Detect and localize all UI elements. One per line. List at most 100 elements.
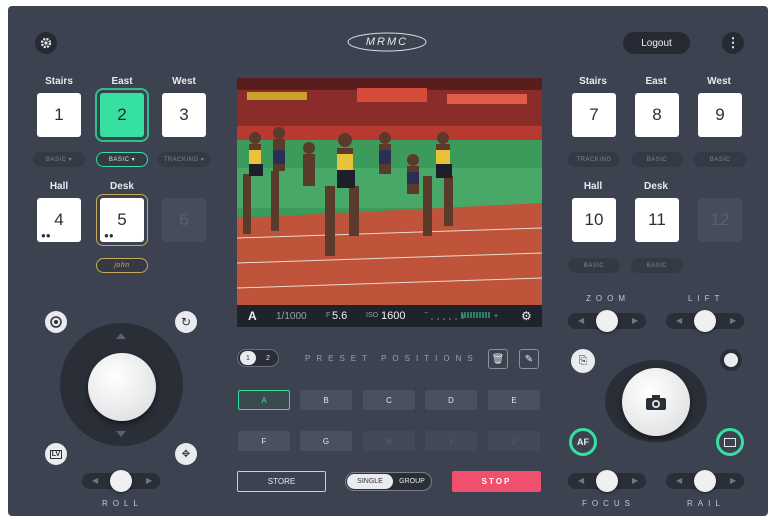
camera-settings-gear-icon[interactable]: ⚙: [521, 309, 532, 323]
cam-1-label: Stairs: [45, 76, 73, 87]
camera-button-7[interactable]: 7: [572, 93, 616, 137]
rotate-icon[interactable]: ↻: [175, 311, 197, 333]
lift-left-arrow[interactable]: ◀: [676, 316, 682, 325]
person-icon: ●●: [41, 231, 51, 240]
camera-button-9[interactable]: 9: [698, 93, 742, 137]
preset-button-b[interactable]: B: [300, 390, 352, 410]
lv-label: LV: [49, 449, 63, 459]
camera-number: 10: [584, 210, 604, 229]
lift-right-arrow[interactable]: ▶: [730, 316, 736, 325]
store-button[interactable]: STORE: [237, 471, 326, 492]
preset-page-toggle[interactable]: 1 2: [237, 349, 279, 367]
cam-3-label: West: [172, 76, 196, 87]
cam-8-label: East: [645, 76, 667, 87]
camera-button-8[interactable]: 8: [635, 93, 679, 137]
channel-label: A: [248, 309, 257, 323]
rail-slider[interactable]: ◀ ▶: [666, 470, 744, 492]
person-icon: ●●: [104, 231, 114, 240]
camera-number: 12: [710, 210, 730, 229]
cam-7-label: Stairs: [579, 76, 607, 87]
image-mode-button[interactable]: [716, 428, 744, 456]
cam-8-mode-dropdown[interactable]: BASIC: [631, 152, 683, 167]
shutter-value[interactable]: 1/1000: [276, 311, 307, 322]
zoom-left-arrow[interactable]: ◀: [578, 316, 584, 325]
roll-slider-knob[interactable]: [110, 470, 132, 492]
export-icon[interactable]: ⎘: [571, 349, 595, 373]
preset-page-1[interactable]: 1: [240, 351, 256, 365]
pan-tilt-icon[interactable]: ✥: [175, 443, 197, 465]
preset-label: B: [323, 395, 329, 405]
rail-slider-knob[interactable]: [694, 470, 716, 492]
camera-button-10[interactable]: 10: [572, 198, 616, 242]
camera-button-3[interactable]: 3: [162, 93, 206, 137]
preset-button-f[interactable]: F: [238, 431, 290, 451]
preset-label: I: [449, 436, 453, 446]
focus-slider[interactable]: ◀ ▶: [568, 470, 646, 492]
lift-label: LIFT: [688, 294, 725, 303]
roll-label: ROLL: [102, 499, 143, 508]
focus-left-arrow[interactable]: ◀: [578, 476, 584, 485]
mode-label: BASIC ▾: [45, 157, 73, 163]
zoom-slider-knob[interactable]: [596, 310, 618, 332]
focus-slider-knob[interactable]: [596, 470, 618, 492]
cam-3-mode-dropdown[interactable]: TRACKING ▾: [158, 152, 210, 167]
camera-preview: [237, 78, 542, 305]
rail-label: RAIL: [687, 499, 725, 508]
zoom-label: ZOOM: [586, 294, 630, 303]
camera-button-4[interactable]: 4 ●●: [37, 198, 81, 242]
camera-number: 7: [589, 105, 599, 124]
record-toggle[interactable]: [720, 349, 742, 371]
cam-2-mode-dropdown[interactable]: BASIC ▾: [96, 152, 148, 167]
preset-button-d[interactable]: D: [425, 390, 477, 410]
capture-button[interactable]: [622, 368, 690, 436]
zoom-slider[interactable]: ◀ ▶: [568, 310, 646, 332]
camera-button-11[interactable]: 11: [635, 198, 679, 242]
cam-1-mode-dropdown[interactable]: BASIC ▾: [33, 152, 85, 167]
autofocus-button[interactable]: AF: [569, 428, 597, 456]
delete-preset-trash-icon[interactable]: 🗑: [488, 349, 508, 369]
roll-right-arrow[interactable]: ▶: [146, 476, 152, 485]
preset-button-a[interactable]: A: [238, 390, 290, 410]
exposure-meter: − 0 +: [424, 310, 506, 322]
preset-button-e[interactable]: E: [488, 390, 540, 410]
camera-button-5[interactable]: 5 ●●: [96, 194, 148, 246]
cam-11-mode-dropdown[interactable]: BASIC: [631, 258, 683, 273]
cam-5-user-badge[interactable]: john: [96, 258, 148, 273]
single-option[interactable]: SINGLE: [347, 474, 393, 489]
joystick-knob[interactable]: [88, 353, 156, 421]
logout-button[interactable]: Logout: [623, 32, 690, 54]
stop-button[interactable]: STOP: [452, 471, 541, 492]
group-option[interactable]: GROUP: [393, 474, 431, 489]
rail-left-arrow[interactable]: ◀: [676, 476, 682, 485]
mode-label: BASIC ▾: [108, 157, 136, 163]
kebab-menu-icon[interactable]: ⋮: [722, 32, 744, 54]
liveview-button[interactable]: LV: [45, 443, 67, 465]
group-label: GROUP: [399, 478, 425, 485]
cam-7-mode-dropdown[interactable]: TRACKING: [568, 152, 620, 167]
preset-label: J: [512, 436, 516, 446]
cam-9-mode-dropdown[interactable]: BASIC: [694, 152, 746, 167]
preset-button-g[interactable]: G: [300, 431, 352, 451]
single-group-toggle[interactable]: SINGLE GROUP: [345, 472, 432, 491]
camera-number: 6: [179, 210, 189, 229]
iso-value[interactable]: 1600: [381, 310, 405, 322]
rail-right-arrow[interactable]: ▶: [730, 476, 736, 485]
cam-5-label: Desk: [110, 181, 134, 192]
edit-preset-pencil-icon[interactable]: ✎: [519, 349, 539, 369]
camera-button-1[interactable]: 1: [37, 93, 81, 137]
roll-slider[interactable]: ◀ ▶: [82, 470, 160, 492]
preset-page-2[interactable]: 2: [260, 351, 276, 365]
zoom-right-arrow[interactable]: ▶: [632, 316, 638, 325]
aperture-icon[interactable]: [45, 311, 67, 333]
settings-gear-icon[interactable]: [35, 32, 57, 54]
lift-slider-knob[interactable]: [694, 310, 716, 332]
focus-right-arrow[interactable]: ▶: [632, 476, 638, 485]
preset-button-c[interactable]: C: [363, 390, 415, 410]
camera-button-12: 12: [698, 198, 742, 242]
preset-button-j: J: [488, 431, 540, 451]
roll-left-arrow[interactable]: ◀: [92, 476, 98, 485]
aperture-value[interactable]: 5.6: [332, 310, 347, 322]
camera-button-2[interactable]: 2: [95, 88, 149, 142]
cam-10-mode-dropdown[interactable]: BASIC: [568, 258, 620, 273]
lift-slider[interactable]: ◀ ▶: [666, 310, 744, 332]
